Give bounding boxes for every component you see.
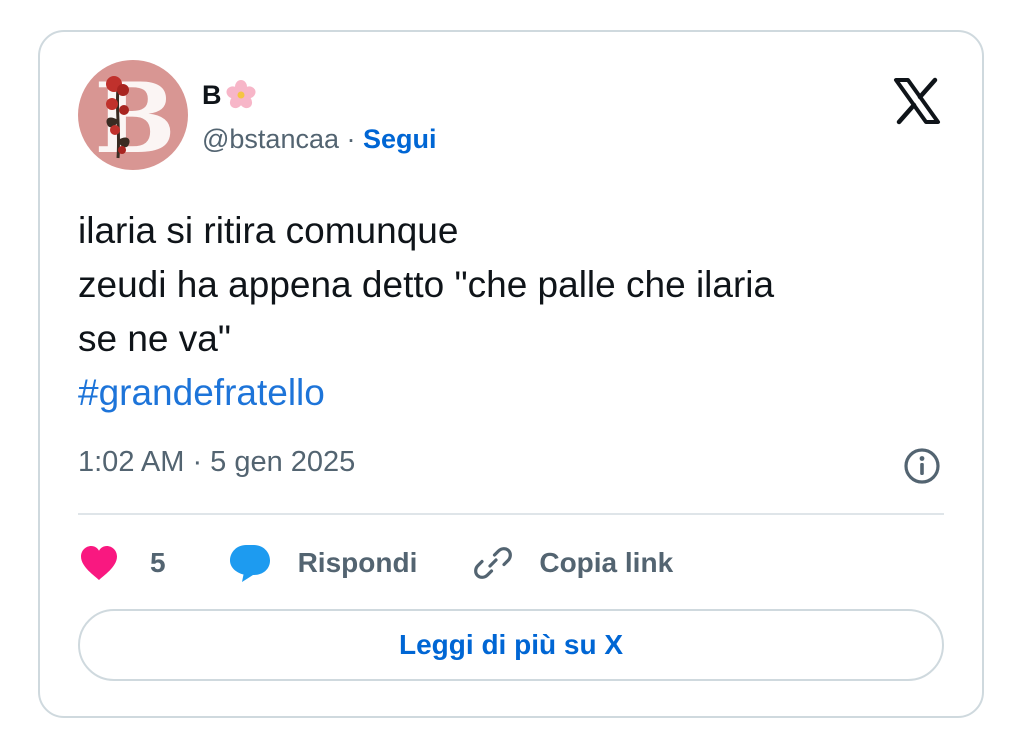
tweet-actions: 5 Rispondi Copia link bbox=[78, 538, 673, 588]
like-button[interactable]: 5 bbox=[78, 544, 166, 582]
tweet-text: ilaria si ritira comunque zeudi ha appen… bbox=[78, 204, 958, 420]
copy-link-label: Copia link bbox=[539, 547, 674, 578]
tweet-text-line: se ne va" bbox=[78, 318, 232, 359]
hashtag-link[interactable]: #grandefratello bbox=[78, 366, 958, 420]
tweet-text-line: zeudi ha appena detto "che palle che ila… bbox=[78, 264, 775, 305]
tweet-text-line: ilaria si ritira comunque bbox=[78, 210, 459, 251]
x-logo-icon[interactable] bbox=[892, 76, 942, 126]
cherry-blossom-icon bbox=[225, 80, 256, 109]
tweet-timestamp[interactable]: 1:02 AM · 5 gen 2025 bbox=[78, 446, 355, 479]
like-count: 5 bbox=[150, 547, 166, 578]
copy-link-button[interactable]: Copia link bbox=[473, 543, 673, 583]
link-icon bbox=[474, 547, 513, 579]
author-handle[interactable]: @bstancaa bbox=[202, 124, 339, 154]
tweet-embed-card: B B @bstancaa · Segui ilaria si ritira c… bbox=[38, 30, 984, 718]
follow-button[interactable]: Segui bbox=[363, 124, 437, 154]
heart-icon bbox=[81, 546, 117, 580]
divider bbox=[78, 513, 944, 515]
avatar-letter: B bbox=[94, 62, 175, 170]
reply-label: Rispondi bbox=[297, 547, 418, 578]
avatar[interactable]: B bbox=[78, 60, 188, 170]
author-handle-row: @bstancaa · Segui bbox=[202, 124, 437, 155]
info-icon[interactable] bbox=[902, 446, 942, 486]
speech-bubble-icon bbox=[229, 545, 270, 582]
author-name-row[interactable]: B bbox=[202, 78, 256, 112]
handle-separator: · bbox=[339, 124, 363, 154]
reply-button[interactable]: Rispondi bbox=[228, 543, 418, 583]
author-display-name[interactable]: B bbox=[202, 80, 222, 111]
read-more-button[interactable]: Leggi di più su X bbox=[78, 609, 944, 681]
